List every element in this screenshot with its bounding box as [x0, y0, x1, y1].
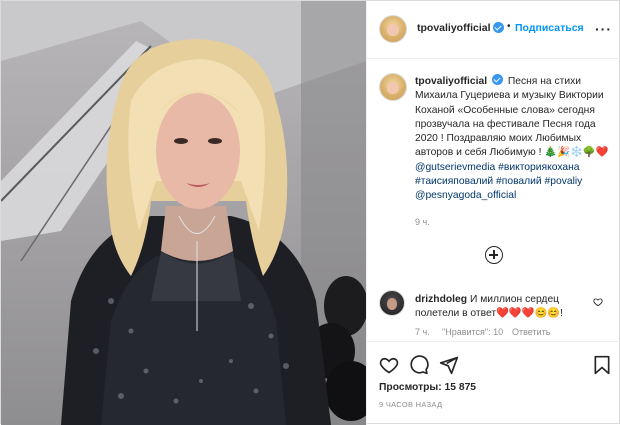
posted-ago: 9 ЧАСОВ НАЗАД — [379, 400, 443, 409]
caption-author-avatar[interactable] — [379, 73, 407, 101]
post-side-panel: tpovaliyofficial • Подписаться ··· tpova… — [366, 1, 620, 425]
views-label: Просмотры: — [379, 382, 442, 393]
verified-badge-icon — [493, 22, 504, 33]
comment-reply-button[interactable]: Ответить — [512, 327, 550, 337]
views-value: 15 875 — [444, 382, 477, 393]
post-caption: tpovaliyofficial Песня на стихи Михаила … — [415, 74, 611, 204]
video-frame-image — [1, 1, 366, 425]
post-actions: Просмотры: 15 875 9 ЧАСОВ НАЗАД — [367, 341, 620, 425]
instagram-post: tpovaliyofficial • Подписаться ··· tpova… — [0, 0, 620, 425]
separator-dot: • — [507, 21, 511, 32]
post-header: tpovaliyofficial • Подписаться ··· — [367, 1, 620, 59]
views-count: Просмотры: 15 875 — [379, 382, 476, 393]
comment-time: 7 ч. — [415, 327, 430, 337]
commenter-avatar[interactable] — [379, 290, 405, 316]
plus-circle-icon[interactable] — [485, 246, 503, 264]
caption-username[interactable]: tpovaliyofficial — [415, 76, 487, 87]
share-icon[interactable] — [439, 355, 459, 375]
comment-icon[interactable] — [409, 355, 429, 375]
caption-text: Песня на стихи Михаила Гуцериева и музык… — [415, 76, 609, 159]
more-options-icon[interactable]: ··· — [595, 21, 612, 37]
author-avatar[interactable] — [379, 15, 407, 43]
post-media-video[interactable] — [1, 1, 366, 425]
comment-username[interactable]: drizhdoleg — [415, 294, 467, 305]
caption-hashtags[interactable]: @gutserievmedia #викториякохана #таисияп… — [415, 162, 582, 202]
comment-likes[interactable]: "Нравится": 10 — [442, 327, 503, 337]
author-username[interactable]: tpovaliyofficial — [417, 22, 491, 34]
bookmark-icon[interactable] — [593, 355, 611, 375]
heart-icon[interactable] — [379, 355, 399, 375]
follow-button[interactable]: Подписаться — [515, 22, 584, 34]
comment-item: drizhdoleg И миллион сердец полетели в о… — [415, 293, 605, 321]
caption-time: 9 ч. — [415, 217, 430, 227]
comment-like-heart-icon[interactable] — [593, 297, 603, 307]
caption-verified-badge-icon — [491, 74, 503, 85]
